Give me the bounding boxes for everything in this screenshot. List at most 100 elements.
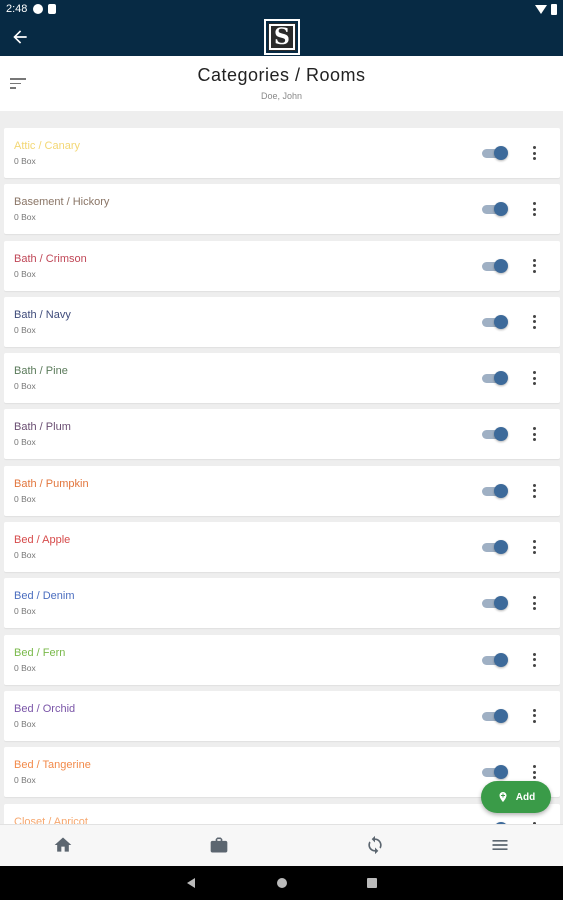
room-row[interactable]: Bath / Plum 0 Box — [4, 409, 560, 460]
more-options-icon[interactable] — [526, 314, 542, 330]
room-box-count: 0 Box — [14, 493, 36, 504]
room-box-count: 0 Box — [14, 381, 36, 392]
room-visibility-toggle[interactable] — [482, 708, 508, 723]
room-row[interactable]: Attic / Canary 0 Box — [4, 128, 560, 178]
more-options-icon[interactable] — [526, 370, 542, 386]
toggle-knob — [494, 765, 508, 780]
room-row[interactable]: Bath / Pine 0 Box — [4, 353, 560, 404]
room-visibility-toggle[interactable] — [482, 371, 508, 386]
add-button[interactable]: Add — [481, 781, 551, 813]
room-visibility-toggle[interactable] — [482, 258, 508, 273]
toggle-knob — [494, 371, 508, 386]
menu-icon[interactable] — [490, 835, 510, 855]
room-row[interactable]: Bath / Navy 0 Box — [4, 296, 560, 347]
room-name: Closet / Apricot — [14, 815, 88, 824]
add-location-icon — [499, 792, 507, 802]
room-box-count: 0 Box — [14, 606, 36, 617]
toggle-knob — [494, 202, 508, 217]
room-name: Bed / Denim — [14, 590, 75, 603]
toggle-knob — [494, 708, 508, 723]
room-name: Bed / Apple — [14, 534, 71, 547]
system-back-icon[interactable] — [185, 877, 197, 889]
room-row[interactable]: Bath / Crimson 0 Box — [4, 240, 560, 291]
room-visibility-toggle[interactable] — [482, 314, 508, 329]
room-box-count: 0 Box — [14, 550, 36, 561]
room-name: Bath / Navy — [14, 308, 71, 321]
notification-icon — [33, 4, 44, 14]
more-options-icon[interactable] — [526, 764, 542, 780]
more-options-icon[interactable] — [526, 652, 542, 668]
bottom-nav — [0, 824, 563, 866]
room-name: Bath / Crimson — [14, 252, 87, 265]
room-visibility-toggle[interactable] — [482, 765, 508, 780]
room-name: Bath / Pumpkin — [14, 477, 89, 490]
more-options-icon[interactable] — [526, 539, 542, 555]
page-subtitle: Doe, John — [260, 91, 303, 101]
room-row[interactable]: Bed / Fern 0 Box — [4, 634, 560, 685]
sync-icon[interactable] — [365, 835, 385, 855]
more-options-icon[interactable] — [526, 201, 542, 217]
room-name: Bed / Tangerine — [14, 759, 91, 772]
add-button-label: Add — [515, 791, 536, 803]
room-name: Bed / Fern — [14, 646, 66, 659]
toggle-knob — [494, 427, 508, 442]
room-name: Bath / Plum — [14, 421, 71, 434]
room-box-count: 0 Box — [14, 775, 36, 786]
room-row[interactable]: Bath / Pumpkin 0 Box — [4, 465, 560, 516]
room-row[interactable]: Bed / Apple 0 Box — [4, 522, 560, 573]
toggle-knob — [494, 258, 508, 273]
more-options-icon[interactable] — [526, 708, 542, 724]
toggle-knob — [494, 483, 508, 498]
room-name: Bed / Orchid — [14, 702, 76, 715]
home-icon[interactable] — [53, 835, 73, 855]
status-bar: 2:48 — [0, 0, 563, 18]
room-visibility-toggle[interactable] — [482, 202, 508, 217]
page-header: Categories / Rooms Doe, John — [0, 56, 563, 111]
app-logo: S — [264, 19, 300, 55]
room-visibility-toggle[interactable] — [482, 596, 508, 611]
more-options-icon[interactable] — [526, 258, 542, 274]
more-options-icon[interactable] — [526, 426, 542, 442]
room-visibility-toggle[interactable] — [482, 540, 508, 555]
room-row[interactable]: Closet / Apricot0 Box — [4, 803, 560, 824]
room-visibility-toggle[interactable] — [482, 483, 508, 498]
room-box-count: 0 Box — [14, 718, 36, 729]
toggle-knob — [494, 596, 508, 611]
room-box-count: 0 Box — [14, 662, 36, 673]
room-row[interactable]: Bed / Orchid 0 Box — [4, 690, 560, 741]
room-visibility-toggle[interactable] — [482, 146, 508, 160]
room-row[interactable]: Bed / Tangerine 0 Box — [4, 747, 560, 798]
room-row[interactable]: Basement / Hickory 0 Box — [4, 184, 560, 235]
room-box-count: 0 Box — [14, 268, 36, 279]
room-box-count: 0 Box — [14, 156, 36, 166]
room-visibility-toggle[interactable] — [482, 652, 508, 667]
room-box-count: 0 Box — [14, 437, 36, 448]
room-box-count: 0 Box — [14, 212, 36, 223]
back-arrow-icon[interactable] — [10, 27, 30, 47]
system-nav-bar — [0, 866, 563, 900]
wifi-icon — [535, 4, 547, 14]
room-row[interactable]: Bed / Denim 0 Box — [4, 578, 560, 629]
toggle-knob — [494, 146, 508, 160]
system-home-icon[interactable] — [276, 877, 288, 889]
more-options-icon[interactable] — [526, 483, 542, 499]
logo-s-icon: S — [268, 23, 296, 51]
room-visibility-toggle[interactable] — [482, 427, 508, 442]
room-name: Bath / Pine — [14, 365, 68, 378]
room-box-count: 0 Box — [14, 324, 36, 335]
more-options-icon[interactable] — [526, 595, 542, 611]
room-name: Basement / Hickory — [14, 196, 110, 209]
toggle-knob — [494, 314, 508, 329]
sim-icon — [48, 4, 57, 14]
toggle-knob — [494, 652, 508, 667]
battery-icon — [551, 3, 557, 15]
status-time: 2:48 — [6, 3, 28, 15]
toggle-knob — [494, 540, 508, 555]
more-options-icon[interactable] — [526, 145, 542, 161]
room-list: Attic / Canary 0 Box Basement / Hickory 0 B… — [4, 128, 560, 824]
system-recents-icon[interactable] — [366, 877, 378, 889]
page-title: Categories / Rooms — [197, 65, 366, 85]
room-name: Attic / Canary — [14, 140, 81, 152]
briefcase-icon[interactable] — [209, 835, 229, 855]
app-bar: S — [0, 18, 563, 56]
